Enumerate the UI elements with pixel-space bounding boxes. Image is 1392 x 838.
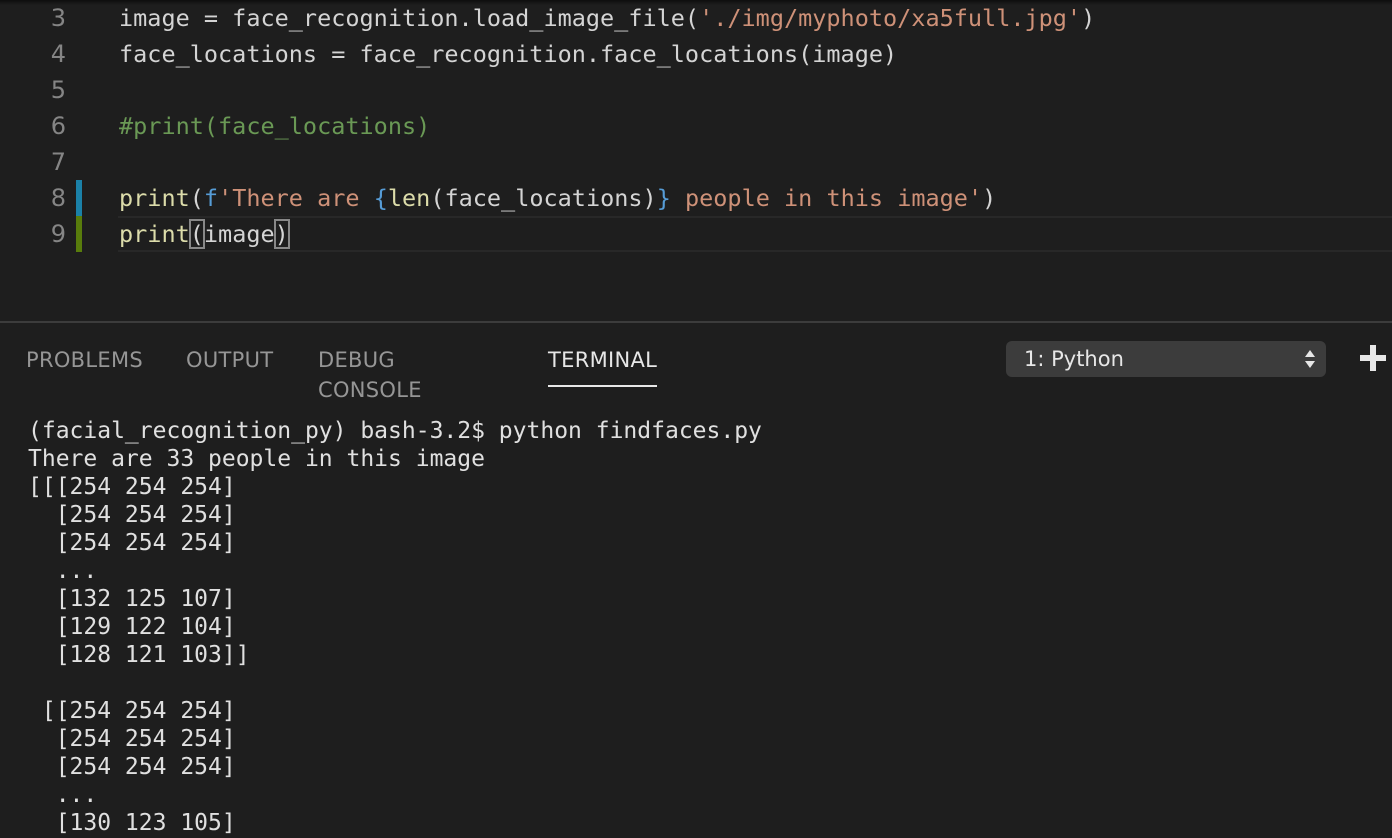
code-text: face_locations = face_recognition.face_l…	[119, 40, 897, 68]
tab-problems[interactable]: PROBLEMS	[26, 345, 143, 385]
terminal-line: (facial_recognition_py) bash-3.2$ python…	[28, 418, 762, 444]
terminal-select-value: 1: Python	[1024, 347, 1124, 371]
gutter-modified-marker[interactable]	[76, 180, 82, 216]
code-token: )	[1081, 4, 1096, 32]
code-token: )	[982, 184, 997, 212]
terminal-line: [130 123 105]	[28, 810, 236, 836]
line-number: 4	[50, 40, 66, 68]
gutter-added-marker[interactable]	[76, 216, 82, 252]
tab-terminal[interactable]: TERMINAL	[548, 345, 658, 387]
line-number: 6	[50, 112, 66, 140]
terminal-line: [[[254 254 254]	[28, 474, 236, 500]
line-number: 5	[50, 76, 66, 104]
terminal-line: There are 33 people in this image	[28, 446, 485, 472]
terminal-line: [254 254 254]	[28, 754, 236, 780]
tab-debug-console[interactable]: DEBUG CONSOLE	[318, 345, 422, 402]
code-line[interactable]: 7	[0, 144, 1392, 180]
terminal-line: [128 121 103]]	[28, 642, 250, 668]
matched-bracket: )	[273, 219, 290, 249]
code-text: print(f'There are {len(face_locations)} …	[119, 184, 996, 212]
code-token: print	[119, 220, 190, 248]
code-token: (face_locations)	[430, 184, 657, 212]
code-line[interactable]: 6 #print(face_locations)	[0, 108, 1392, 144]
code-token: 'There are	[218, 184, 374, 212]
code-token: f	[203, 184, 219, 212]
plus-icon[interactable]	[1358, 343, 1388, 373]
tab-output[interactable]: OUTPUT	[186, 345, 273, 385]
code-line[interactable]: 8 print(f'There are {len(face_locations)}…	[0, 180, 1392, 216]
line-number: 8	[50, 184, 66, 212]
code-token: #print(face_locations)	[119, 112, 431, 140]
code-token: face_locations = face_recognition.face_l…	[119, 40, 898, 68]
code-line[interactable]: 9 print(image)	[0, 216, 1392, 252]
line-number: 7	[50, 148, 66, 176]
code-token: {	[373, 184, 388, 212]
terminal-line: ...	[28, 558, 98, 584]
code-token: image = face_recognition.load_image_file…	[119, 4, 700, 32]
terminal-line: ...	[28, 782, 98, 808]
terminal-line: [254 254 254]	[28, 530, 236, 556]
chevron-up-down-icon	[1305, 350, 1315, 368]
terminal-line: [254 254 254]	[28, 726, 236, 752]
code-text: image = face_recognition.load_image_file…	[119, 4, 1095, 32]
terminal-line: [[254 254 254]	[28, 698, 236, 724]
bottom-panel: PROBLEMS OUTPUT DEBUG CONSOLE TERMINAL 1…	[0, 321, 1392, 838]
code-token: len	[387, 184, 431, 212]
terminal-line: [129 122 104]	[28, 614, 236, 640]
code-line[interactable]: 5	[0, 72, 1392, 108]
line-number: 3	[50, 4, 66, 32]
code-token: (	[189, 184, 204, 212]
terminal-line: [254 254 254]	[28, 502, 236, 528]
terminal-instance-select[interactable]: 1: Python	[1006, 341, 1326, 377]
terminal-output[interactable]: (facial_recognition_py) bash-3.2$ python…	[28, 417, 762, 837]
code-token: }	[656, 184, 671, 212]
terminal-line: [132 125 107]	[28, 586, 236, 612]
code-line[interactable]: 3 image = face_recognition.load_image_fil…	[0, 0, 1392, 36]
code-token: people in this image'	[670, 184, 983, 212]
code-text: print(image)	[119, 219, 290, 249]
line-number: 9	[50, 220, 66, 248]
code-editor[interactable]: 3 image = face_recognition.load_image_fil…	[0, 0, 1392, 321]
code-token: image	[203, 220, 275, 248]
code-line[interactable]: 4 face_locations = face_recognition.face_…	[0, 36, 1392, 72]
code-token: print	[119, 184, 190, 212]
matched-bracket: (	[188, 219, 205, 249]
code-token: './img/myphoto/xa5full.jpg'	[699, 4, 1082, 32]
code-text: #print(face_locations)	[119, 112, 430, 140]
